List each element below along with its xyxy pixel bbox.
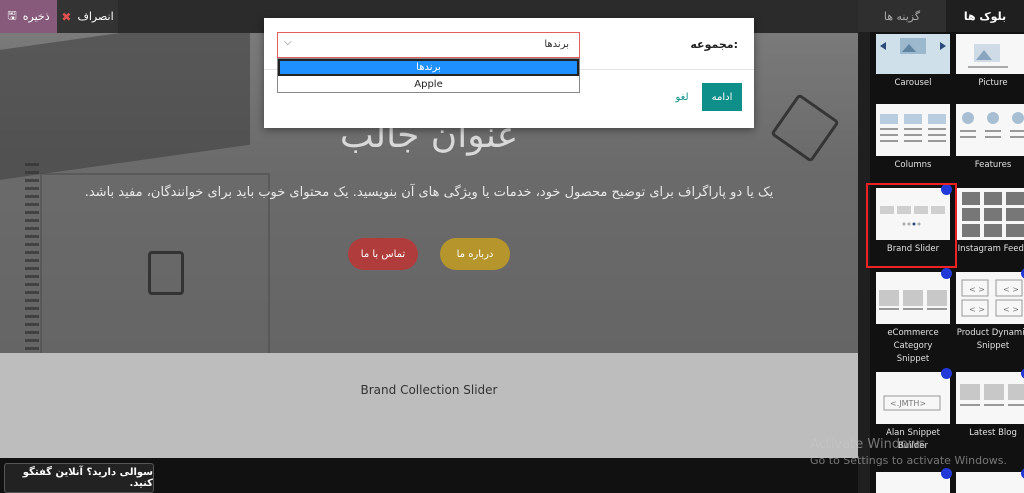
tile-label: eCommerce Category Snippet bbox=[887, 328, 939, 364]
svg-text:< >: < > bbox=[1003, 305, 1019, 314]
save-icon: 🖫 bbox=[7, 9, 17, 22]
snippet-columns[interactable]: Columns bbox=[876, 104, 950, 172]
latest-blog-thumbnail bbox=[956, 368, 1024, 424]
tile-label: Columns bbox=[894, 160, 932, 170]
tile-label: Features bbox=[974, 160, 1012, 170]
cancel-label: انصراف bbox=[77, 10, 114, 23]
collection-select[interactable]: ⌵ برندها bbox=[277, 32, 580, 58]
select-value: برندها bbox=[544, 39, 569, 50]
cancel-button[interactable]: ✖ انصراف bbox=[57, 0, 118, 33]
product-grid-icon: < > < > < > < > bbox=[961, 279, 1023, 317]
save-label: ذخیره bbox=[22, 10, 50, 23]
columns-thumbnail bbox=[876, 104, 950, 156]
alan-builder-thumbnail: <.JMTH> bbox=[876, 368, 952, 424]
snippet-features[interactable]: Features bbox=[956, 104, 1024, 172]
tab-blocks[interactable]: بلوک ها bbox=[946, 0, 1024, 32]
activation-watermark: Activate Windows Go to Settings to activ… bbox=[810, 437, 1007, 469]
watermark-line2: Go to Settings to activate Windows. bbox=[810, 454, 1008, 467]
tile-label: Picture bbox=[978, 78, 1008, 88]
blog-icon bbox=[960, 384, 1024, 406]
editor-toolbar: 🖫 ذخیره ✖ انصراف bbox=[0, 0, 118, 33]
discard-button[interactable]: لغو bbox=[668, 83, 696, 111]
grid-icon bbox=[962, 192, 1024, 237]
product-dynamic-thumbnail: < > < > < > < > bbox=[956, 268, 1024, 324]
carousel-icon bbox=[880, 38, 946, 54]
instagram-thumbnail bbox=[956, 188, 1024, 240]
svg-text:< >: < > bbox=[969, 305, 985, 314]
snippet-latest-blog[interactable]: Latest Blog bbox=[956, 368, 1024, 440]
snippet-badge bbox=[941, 268, 952, 279]
live-chat-button[interactable]: سوالی دارید؟ آنلاین گفتگو کنید. bbox=[4, 463, 154, 493]
panel-tabs: گزینه ها بلوک ها bbox=[858, 0, 1024, 32]
snippet-product-dynamic[interactable]: < > < > < > < > Product Dynamic Snippet bbox=[956, 268, 1024, 353]
snippet-ecommerce-category[interactable]: eCommerce Category Snippet bbox=[876, 268, 952, 366]
ecommerce-thumbnail bbox=[876, 268, 952, 324]
watermark-line1: Activate Windows bbox=[810, 437, 926, 452]
tab-options[interactable]: گزینه ها bbox=[858, 0, 946, 32]
chevron-down-icon: ⌵ bbox=[284, 37, 292, 48]
snippet-picture[interactable]: Picture bbox=[956, 34, 1024, 90]
contact-us-button[interactable]: تماس با ما bbox=[348, 238, 418, 270]
html-icon: <.JMTH> bbox=[883, 395, 941, 411]
carousel-thumbnail bbox=[876, 34, 950, 74]
category-icon bbox=[879, 290, 947, 310]
snippet-thumbnail bbox=[876, 468, 952, 493]
snippet-badge bbox=[941, 468, 952, 479]
image-icon bbox=[968, 44, 1008, 68]
columns-icon bbox=[880, 114, 946, 142]
brand-slider-section[interactable]: Brand Collection Slider bbox=[0, 353, 858, 458]
snippet-partial[interactable] bbox=[876, 468, 952, 493]
section-caption: Brand Collection Slider bbox=[360, 383, 498, 397]
close-icon: ✖ bbox=[61, 9, 72, 24]
save-button[interactable]: 🖫 ذخیره bbox=[0, 0, 57, 33]
snippet-badge bbox=[941, 368, 952, 379]
collection-dropdown: برندها Apple bbox=[277, 58, 580, 93]
about-us-button[interactable]: درباره ما bbox=[440, 238, 510, 270]
svg-text:< >: < > bbox=[1003, 285, 1019, 294]
dropdown-option[interactable]: Apple bbox=[278, 76, 579, 93]
picture-thumbnail bbox=[956, 34, 1024, 74]
collection-label: مجموعه: bbox=[690, 38, 738, 51]
snippet-partial[interactable] bbox=[956, 468, 1024, 493]
tile-label: Instagram Feeds bbox=[957, 244, 1024, 254]
hero-description[interactable]: یک یا دو پاراگراف برای توضیح محصول خود، … bbox=[0, 185, 858, 200]
snippet-thumbnail bbox=[956, 468, 1024, 493]
svg-text:<.JMTH>: <.JMTH> bbox=[890, 399, 926, 408]
snippet-instagram-feeds[interactable]: Instagram Feeds bbox=[956, 188, 1024, 256]
dropdown-option[interactable]: برندها bbox=[278, 59, 579, 76]
features-thumbnail bbox=[956, 104, 1024, 156]
features-icon bbox=[960, 112, 1024, 138]
hero-buttons: تماس با ما درباره ما bbox=[0, 238, 858, 270]
svg-text:< >: < > bbox=[969, 285, 985, 294]
selection-highlight bbox=[866, 183, 957, 268]
snippet-carousel[interactable]: Carousel bbox=[876, 34, 950, 90]
tile-label: Product Dynamic Snippet bbox=[956, 328, 1024, 351]
tile-label: Carousel bbox=[894, 78, 932, 88]
continue-button[interactable]: ادامه bbox=[702, 83, 742, 111]
